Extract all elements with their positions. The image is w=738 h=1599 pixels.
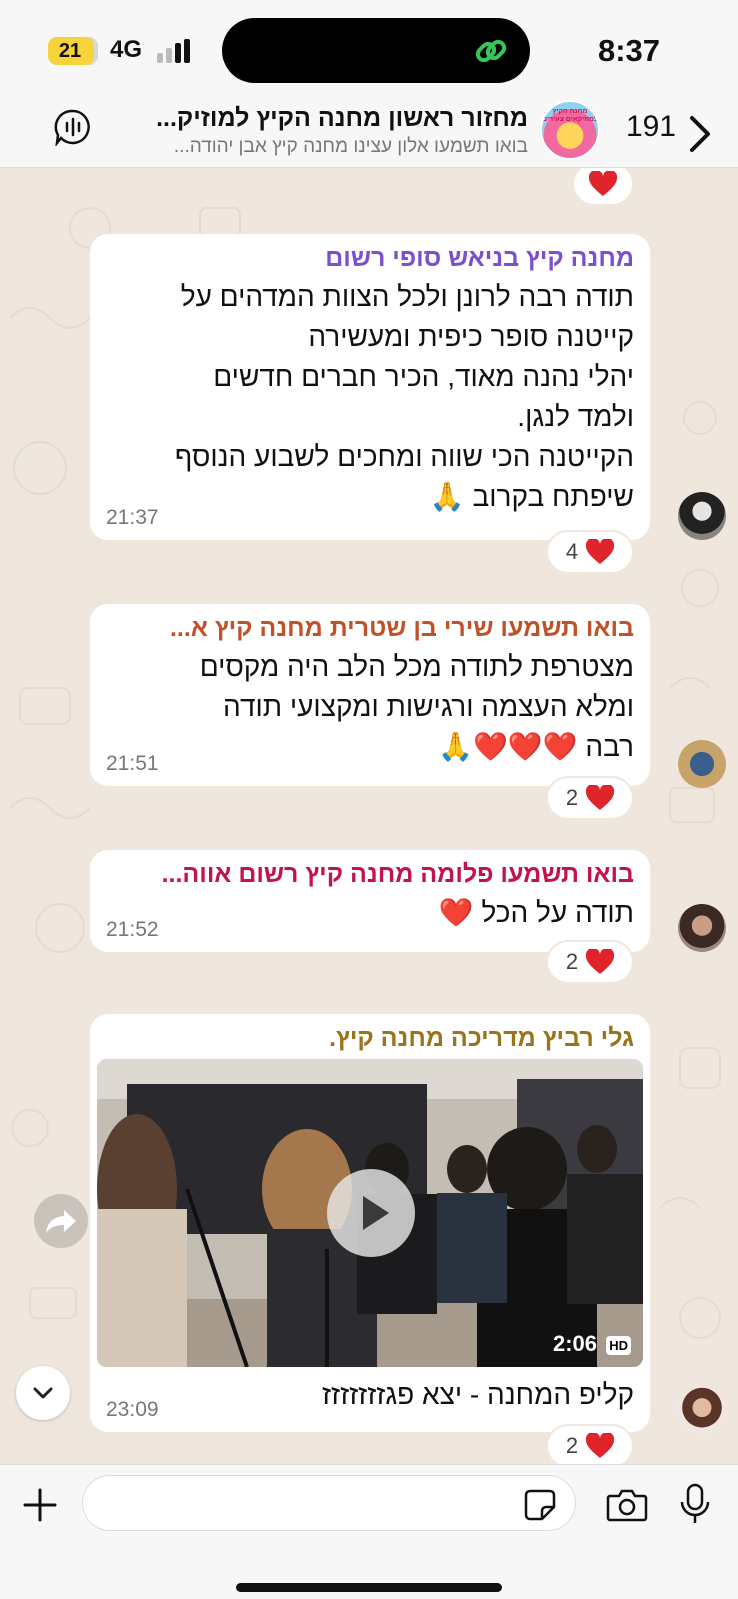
reaction-pill[interactable]: 2 bbox=[546, 776, 634, 820]
group-subtitle[interactable]: בואו תשמעו אלון עצינו מחנה קיץ אבן יהודה… bbox=[128, 136, 528, 158]
reaction-pill[interactable]: 2 bbox=[546, 1424, 634, 1464]
group-avatar-text: מחנה הקיץ למוזיקאים צעירים bbox=[542, 108, 598, 123]
sender-avatar[interactable] bbox=[678, 492, 726, 540]
message-line: רבה ❤️❤️❤️🙏 bbox=[438, 731, 634, 762]
message-text: תודה על הכל ❤️ bbox=[106, 893, 634, 933]
message-sender[interactable]: מחנה קיץ בניאש סופי רשום bbox=[106, 244, 634, 273]
reaction-count: 4 bbox=[565, 539, 579, 564]
message-line: קייטנה סופר כיפית ומעשירה bbox=[308, 321, 634, 352]
video-duration: 2:06 bbox=[552, 1331, 597, 1356]
microphone-icon[interactable] bbox=[678, 1483, 712, 1525]
sticker-icon[interactable] bbox=[524, 1489, 556, 1521]
reaction-pill[interactable]: 4 bbox=[546, 530, 634, 574]
signal-icon bbox=[157, 39, 197, 63]
message-bubble[interactable]: גלי רביץ מדריכה מחנה קיץ. 2:06 HD קליפ ה… bbox=[90, 1014, 650, 1432]
chat-header: מחזור ראשון מחנה הקיץ למוזיק... בואו תשמ… bbox=[0, 100, 738, 168]
status-bar: 21 4G 8:37 bbox=[0, 0, 738, 100]
sender-avatar[interactable] bbox=[678, 904, 726, 952]
message-time: 23:09 bbox=[106, 1398, 159, 1421]
voice-chat-icon[interactable] bbox=[54, 108, 92, 146]
message-sender[interactable]: גלי רביץ מדריכה מחנה קיץ. bbox=[97, 1024, 643, 1053]
message-line: מצטרפת לתודה מכל הלב היה מקסים bbox=[199, 651, 634, 682]
message-input[interactable] bbox=[82, 1475, 576, 1531]
message-bubble[interactable]: בואו תשמעו פלומה מחנה קיץ רשום אווה... ת… bbox=[90, 850, 650, 952]
chevron-right-icon[interactable] bbox=[684, 110, 714, 158]
message-time: 21:52 bbox=[106, 918, 159, 941]
reaction-count: 2 bbox=[565, 785, 579, 810]
plus-icon[interactable] bbox=[22, 1487, 58, 1523]
heart-icon bbox=[589, 171, 617, 196]
sender-avatar[interactable] bbox=[678, 740, 726, 788]
scroll-down-button[interactable] bbox=[16, 1366, 70, 1420]
heart-icon bbox=[586, 785, 615, 810]
reaction-pill[interactable]: 2 bbox=[546, 940, 634, 984]
message-line: יהלי נהנה מאוד, הכיר חברים חדשים bbox=[213, 361, 634, 392]
hd-badge: HD bbox=[606, 1336, 631, 1355]
message-bubble[interactable]: בואו תשמעו שירי בן שטרית מחנה קיץ א... מ… bbox=[90, 604, 650, 786]
play-button[interactable] bbox=[327, 1169, 415, 1257]
network-type: 4G bbox=[110, 36, 143, 63]
home-indicator[interactable] bbox=[236, 1583, 502, 1592]
camera-icon[interactable] bbox=[606, 1487, 648, 1523]
dynamic-island bbox=[222, 18, 530, 83]
video-thumbnail[interactable]: 2:06 HD bbox=[97, 1059, 643, 1367]
message-line: תודה רבה לרונן ולכל הצוות המדהים על bbox=[180, 281, 634, 312]
message-sender[interactable]: בואו תשמעו פלומה מחנה קיץ רשום אווה... bbox=[106, 860, 634, 889]
chevron-down-icon bbox=[33, 1387, 53, 1399]
message-bubble[interactable]: מחנה קיץ בניאש סופי רשום תודה רבה לרונן … bbox=[90, 234, 650, 540]
message-text: תודה רבה לרונן ולכל הצוות המדהים על קייט… bbox=[106, 277, 634, 517]
clock: 8:37 bbox=[597, 33, 660, 68]
battery-indicator: 21 bbox=[48, 37, 98, 65]
group-avatar[interactable]: מחנה הקיץ למוזיקאים צעירים bbox=[540, 100, 600, 160]
message-line: שיפתח בקרוב 🙏 bbox=[429, 481, 634, 512]
reaction-count: 2 bbox=[565, 949, 579, 974]
reaction-count: 2 bbox=[565, 1433, 579, 1458]
sender-avatar[interactable] bbox=[678, 1386, 726, 1434]
chat-area[interactable]: מחנה קיץ בניאש סופי רשום תודה רבה לרונן … bbox=[0, 168, 738, 1464]
heart-icon bbox=[586, 1433, 615, 1458]
heart-icon bbox=[586, 539, 615, 564]
message-time: 21:51 bbox=[106, 752, 159, 775]
message-line: ומלא העצמה ורגישות ומקצועי תודה bbox=[223, 691, 634, 722]
video-caption: קליפ המחנה - יצא פגזזזזזזז bbox=[321, 1379, 634, 1410]
forward-icon bbox=[46, 1210, 76, 1233]
group-title[interactable]: מחזור ראשון מחנה הקיץ למוזיק... bbox=[128, 104, 528, 133]
message-text: מצטרפת לתודה מכל הלב היה מקסים ומלא העצמ… bbox=[106, 647, 634, 767]
heart-icon bbox=[586, 949, 615, 974]
input-bar bbox=[0, 1464, 738, 1599]
battery-level: 21 bbox=[58, 40, 82, 62]
link-icon bbox=[475, 39, 507, 63]
message-line: תודה על הכל ❤️ bbox=[438, 897, 634, 928]
message-line: הקייטנה הכי שווה ומחכים לשבוע הנוסף bbox=[174, 441, 634, 472]
message-time: 21:37 bbox=[106, 506, 159, 529]
reaction-pill[interactable] bbox=[572, 168, 634, 206]
forward-button[interactable] bbox=[34, 1194, 88, 1248]
message-line: ולמד לנגן. bbox=[517, 401, 634, 432]
unread-count[interactable]: 191 bbox=[626, 110, 676, 144]
message-sender[interactable]: בואו תשמעו שירי בן שטרית מחנה קיץ א... bbox=[106, 614, 634, 643]
